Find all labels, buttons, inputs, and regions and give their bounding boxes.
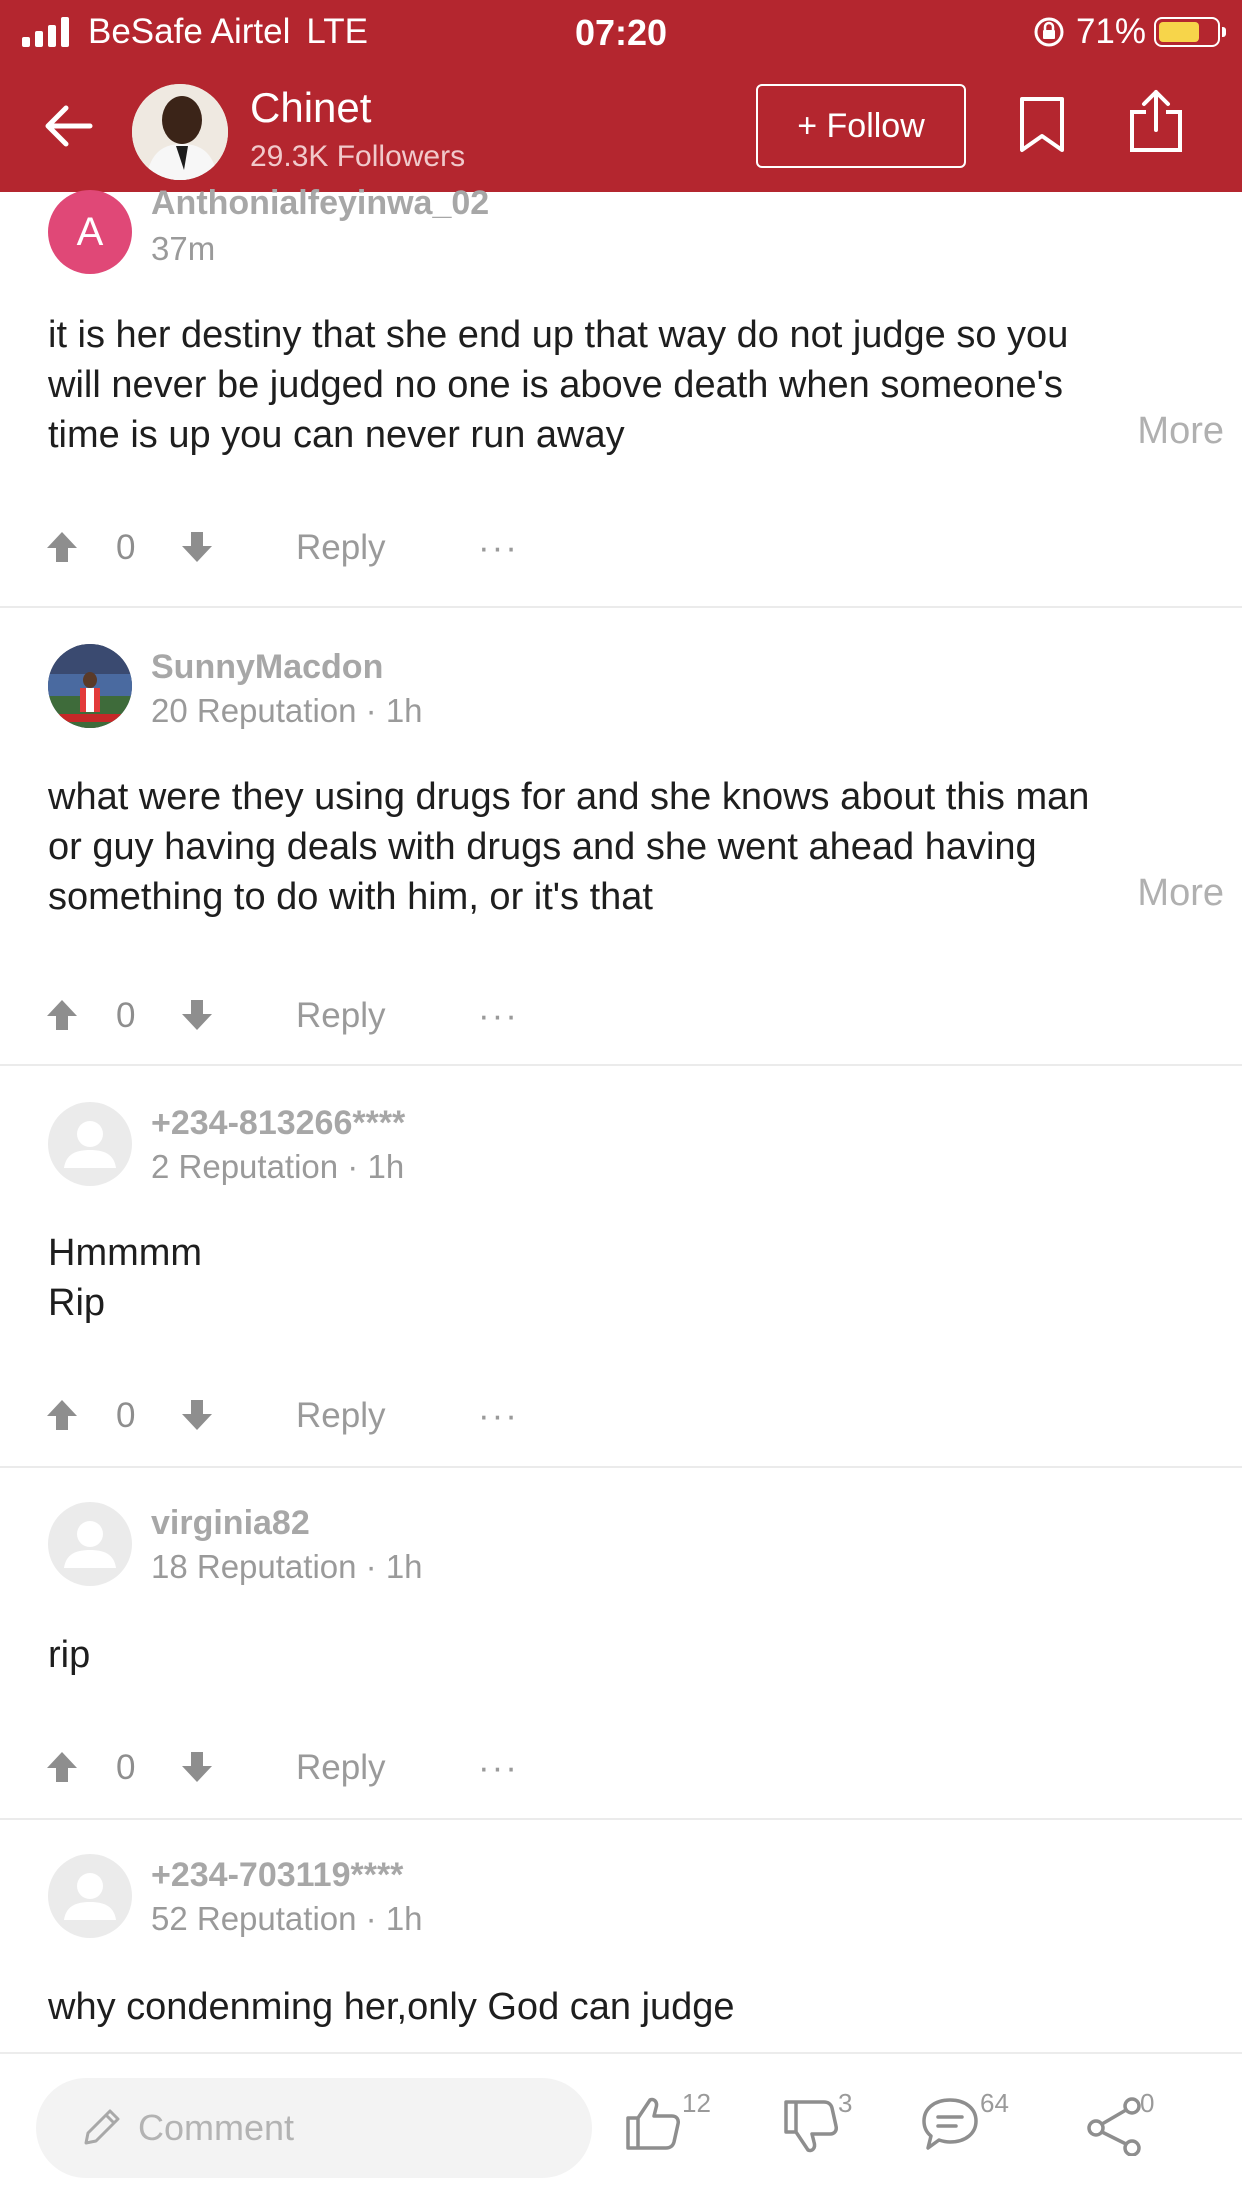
reply-button[interactable]: Reply xyxy=(296,996,385,1036)
upvote-icon[interactable] xyxy=(45,530,79,564)
status-right: 71% xyxy=(1032,12,1226,52)
dislike-icon[interactable] xyxy=(782,2098,840,2156)
commenter-name[interactable]: +234-813266**** xyxy=(151,1104,405,1143)
share-icon[interactable] xyxy=(1126,88,1186,154)
comment-placeholder: Comment xyxy=(138,2107,295,2148)
comment-meta: 37m xyxy=(151,230,216,267)
comment-text: rip xyxy=(48,1634,91,1676)
bottom-action-bar: Comment 12 3 64 0 xyxy=(0,2052,1242,2208)
reply-button[interactable]: Reply xyxy=(296,528,385,568)
commenter-name[interactable]: +234-703119**** xyxy=(151,1856,403,1895)
upvote-icon[interactable] xyxy=(45,1398,79,1432)
like-count: 12 xyxy=(682,2088,711,2118)
battery-icon xyxy=(1154,17,1226,47)
battery-percent: 71% xyxy=(1075,12,1146,51)
commenter-name[interactable]: Anthonialfeyinwa_02 xyxy=(151,184,489,223)
comments-icon[interactable] xyxy=(920,2096,980,2154)
comment-text: Hmmmm Rip xyxy=(48,1232,203,1324)
vote-count: 0 xyxy=(116,1748,136,1787)
comment-text: it is her destiny that she end up that w… xyxy=(48,314,1069,456)
app-header: BeSafe Airtel LTE 07:20 71% Chinet 29.3K… xyxy=(0,0,1242,192)
like-icon[interactable] xyxy=(624,2094,682,2152)
follow-button[interactable]: + Follow xyxy=(756,84,966,168)
commenter-name[interactable]: SunnyMacdon xyxy=(151,648,383,687)
comment-actions: 0 Reply ··· xyxy=(0,1738,1242,1798)
comment-input[interactable]: Comment xyxy=(36,2078,592,2178)
vote-count: 0 xyxy=(116,528,136,567)
commenter-name[interactable]: virginia82 xyxy=(151,1504,310,1543)
more-options-icon[interactable]: ··· xyxy=(478,1748,519,1788)
comment-text: why condenming her,only God can judge xyxy=(48,1986,735,2028)
comment-item: A Anthonialfeyinwa_02 37m it is her dest… xyxy=(0,184,1242,608)
commenter-avatar[interactable] xyxy=(48,1502,132,1586)
comment-meta: 2 Reputation · 1h xyxy=(151,1148,405,1185)
author-bar: Chinet 29.3K Followers + Follow xyxy=(0,70,1242,192)
more-options-icon[interactable]: ··· xyxy=(478,996,519,1036)
more-options-icon[interactable]: ··· xyxy=(478,528,519,568)
vote-count: 0 xyxy=(116,996,136,1035)
reply-button[interactable]: Reply xyxy=(296,1748,385,1788)
comment-actions: 0 Reply ··· xyxy=(0,986,1242,1046)
comments-count: 64 xyxy=(980,2088,1009,2118)
comment-actions: 0 Reply ··· xyxy=(0,518,1242,578)
downvote-icon[interactable] xyxy=(180,530,214,564)
commenter-avatar[interactable] xyxy=(48,1854,132,1938)
downvote-icon[interactable] xyxy=(180,1398,214,1432)
commenter-avatar[interactable] xyxy=(48,1102,132,1186)
author-photo xyxy=(132,84,228,180)
more-options-icon[interactable]: ··· xyxy=(478,1396,519,1436)
default-avatar-icon xyxy=(64,1873,116,1920)
default-avatar-icon xyxy=(64,1121,116,1168)
more-link[interactable]: More xyxy=(1137,410,1224,453)
comment-text: what were they using drugs for and she k… xyxy=(48,776,1090,918)
comment-meta: 18 Reputation · 1h xyxy=(151,1548,423,1585)
commenter-avatar[interactable]: A xyxy=(48,190,132,274)
comment-meta: 52 Reputation · 1h xyxy=(151,1900,423,1937)
comment-item: +234-703119**** 52 Reputation · 1h why c… xyxy=(0,1818,1242,2052)
pencil-icon xyxy=(84,2109,120,2145)
share-nodes-icon[interactable] xyxy=(1086,2096,1146,2156)
status-bar: BeSafe Airtel LTE 07:20 71% xyxy=(0,0,1242,60)
comment-item: +234-813266**** 2 Reputation · 1h Hmmmm … xyxy=(0,1066,1242,1468)
reply-button[interactable]: Reply xyxy=(296,1396,385,1436)
back-arrow-icon[interactable] xyxy=(40,96,100,156)
commenter-avatar[interactable] xyxy=(48,644,132,728)
author-avatar[interactable] xyxy=(132,84,228,180)
upvote-icon[interactable] xyxy=(45,998,79,1032)
bookmark-icon[interactable] xyxy=(1018,96,1066,154)
comment-meta: 20 Reputation · 1h xyxy=(151,692,423,729)
dislike-count: 3 xyxy=(838,2088,853,2118)
comment-item: SunnyMacdon 20 Reputation · 1h what were… xyxy=(0,608,1242,1068)
author-name[interactable]: Chinet xyxy=(250,84,371,132)
commenter-photo xyxy=(48,644,132,728)
more-link[interactable]: More xyxy=(1137,872,1224,915)
comment-item: virginia82 18 Reputation · 1h rip 0 Repl… xyxy=(0,1466,1242,1820)
default-avatar-icon xyxy=(64,1521,116,1568)
downvote-icon[interactable] xyxy=(180,1750,214,1784)
share-count: 0 xyxy=(1140,2088,1155,2118)
vote-count: 0 xyxy=(116,1396,136,1435)
comment-actions: 0 Reply ··· xyxy=(0,1386,1242,1446)
author-followers: 29.3K Followers xyxy=(250,140,466,173)
orientation-lock-icon xyxy=(1034,17,1064,47)
downvote-icon[interactable] xyxy=(180,998,214,1032)
upvote-icon[interactable] xyxy=(45,1750,79,1784)
